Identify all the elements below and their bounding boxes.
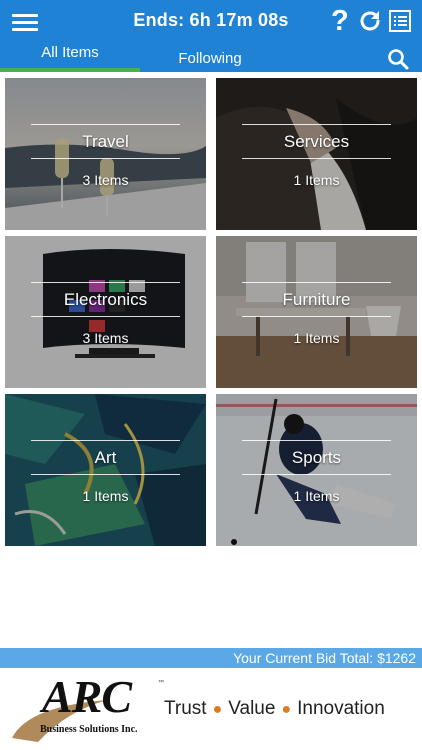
arc-logo: ARC xyxy=(42,671,132,722)
tab-following[interactable]: Following xyxy=(140,40,280,72)
divider xyxy=(242,158,391,159)
app-header: Ends: 6h 17m 08s ? All Items Following xyxy=(0,0,422,72)
divider xyxy=(242,124,391,125)
divider xyxy=(31,158,180,159)
category-title: Sports xyxy=(291,448,342,467)
category-title: Services xyxy=(283,132,350,151)
category-tile-services[interactable]: Services 1 Items xyxy=(216,78,417,230)
category-title: Electronics xyxy=(63,290,148,309)
tagline-word: Value xyxy=(228,698,276,719)
divider xyxy=(242,440,391,441)
tab-label: All Items xyxy=(41,44,99,61)
tab-all-items[interactable]: All Items xyxy=(0,40,140,72)
category-count: 3 Items xyxy=(82,172,129,188)
category-count: 1 Items xyxy=(293,172,340,188)
category-count: 3 Items xyxy=(82,330,129,346)
divider xyxy=(242,474,391,475)
tile-overlay xyxy=(216,236,417,388)
refresh-icon[interactable] xyxy=(358,9,382,33)
tab-bar: All Items Following xyxy=(0,40,422,72)
bullet-dot-icon: ● xyxy=(212,701,223,718)
search-icon[interactable] xyxy=(387,48,409,70)
tile-overlay xyxy=(5,78,206,230)
bid-total-bar: Your Current Bid Total: $1262 xyxy=(0,648,422,668)
tagline-word: Trust xyxy=(164,698,207,719)
tagline-word: Innovation xyxy=(297,698,385,719)
divider xyxy=(31,282,180,283)
category-title: Furniture xyxy=(282,290,351,309)
tab-label: Following xyxy=(178,50,242,67)
help-icon[interactable]: ? xyxy=(331,4,349,38)
tagline: Trust ● Value ● Innovation xyxy=(164,698,385,720)
sponsor-footer: ARC ™ Business Solutions Inc. Trust ● Valu… xyxy=(0,668,422,750)
tile-overlay xyxy=(5,394,206,546)
active-tab-indicator xyxy=(0,68,140,72)
tile-overlay xyxy=(216,78,417,230)
tile-overlay xyxy=(216,394,417,546)
bid-total-text: Your Current Bid Total: $1262 xyxy=(233,650,416,666)
category-count: 1 Items xyxy=(293,330,340,346)
bullet-dot-icon: ● xyxy=(281,701,292,718)
category-tile-electronics[interactable]: Electronics 3 Items xyxy=(5,236,206,388)
divider xyxy=(31,316,180,317)
category-count: 1 Items xyxy=(82,488,129,504)
divider xyxy=(242,282,391,283)
logo-trademark: ™ xyxy=(158,680,164,686)
category-tile-furniture[interactable]: Furniture 1 Items xyxy=(216,236,417,388)
tile-overlay xyxy=(5,236,206,388)
category-tile-sports[interactable]: Sports 1 Items xyxy=(216,394,417,546)
category-title: Travel xyxy=(82,132,129,151)
divider xyxy=(242,316,391,317)
logo-subtitle: Business Solutions Inc. xyxy=(40,724,138,735)
divider xyxy=(31,124,180,125)
divider xyxy=(31,440,180,441)
list-icon[interactable] xyxy=(389,10,411,32)
divider xyxy=(31,474,180,475)
category-title: Art xyxy=(94,448,117,467)
category-tile-art[interactable]: Art 1 Items xyxy=(5,394,206,546)
category-count: 1 Items xyxy=(293,488,340,504)
category-tile-travel[interactable]: Travel 3 Items xyxy=(5,78,206,230)
